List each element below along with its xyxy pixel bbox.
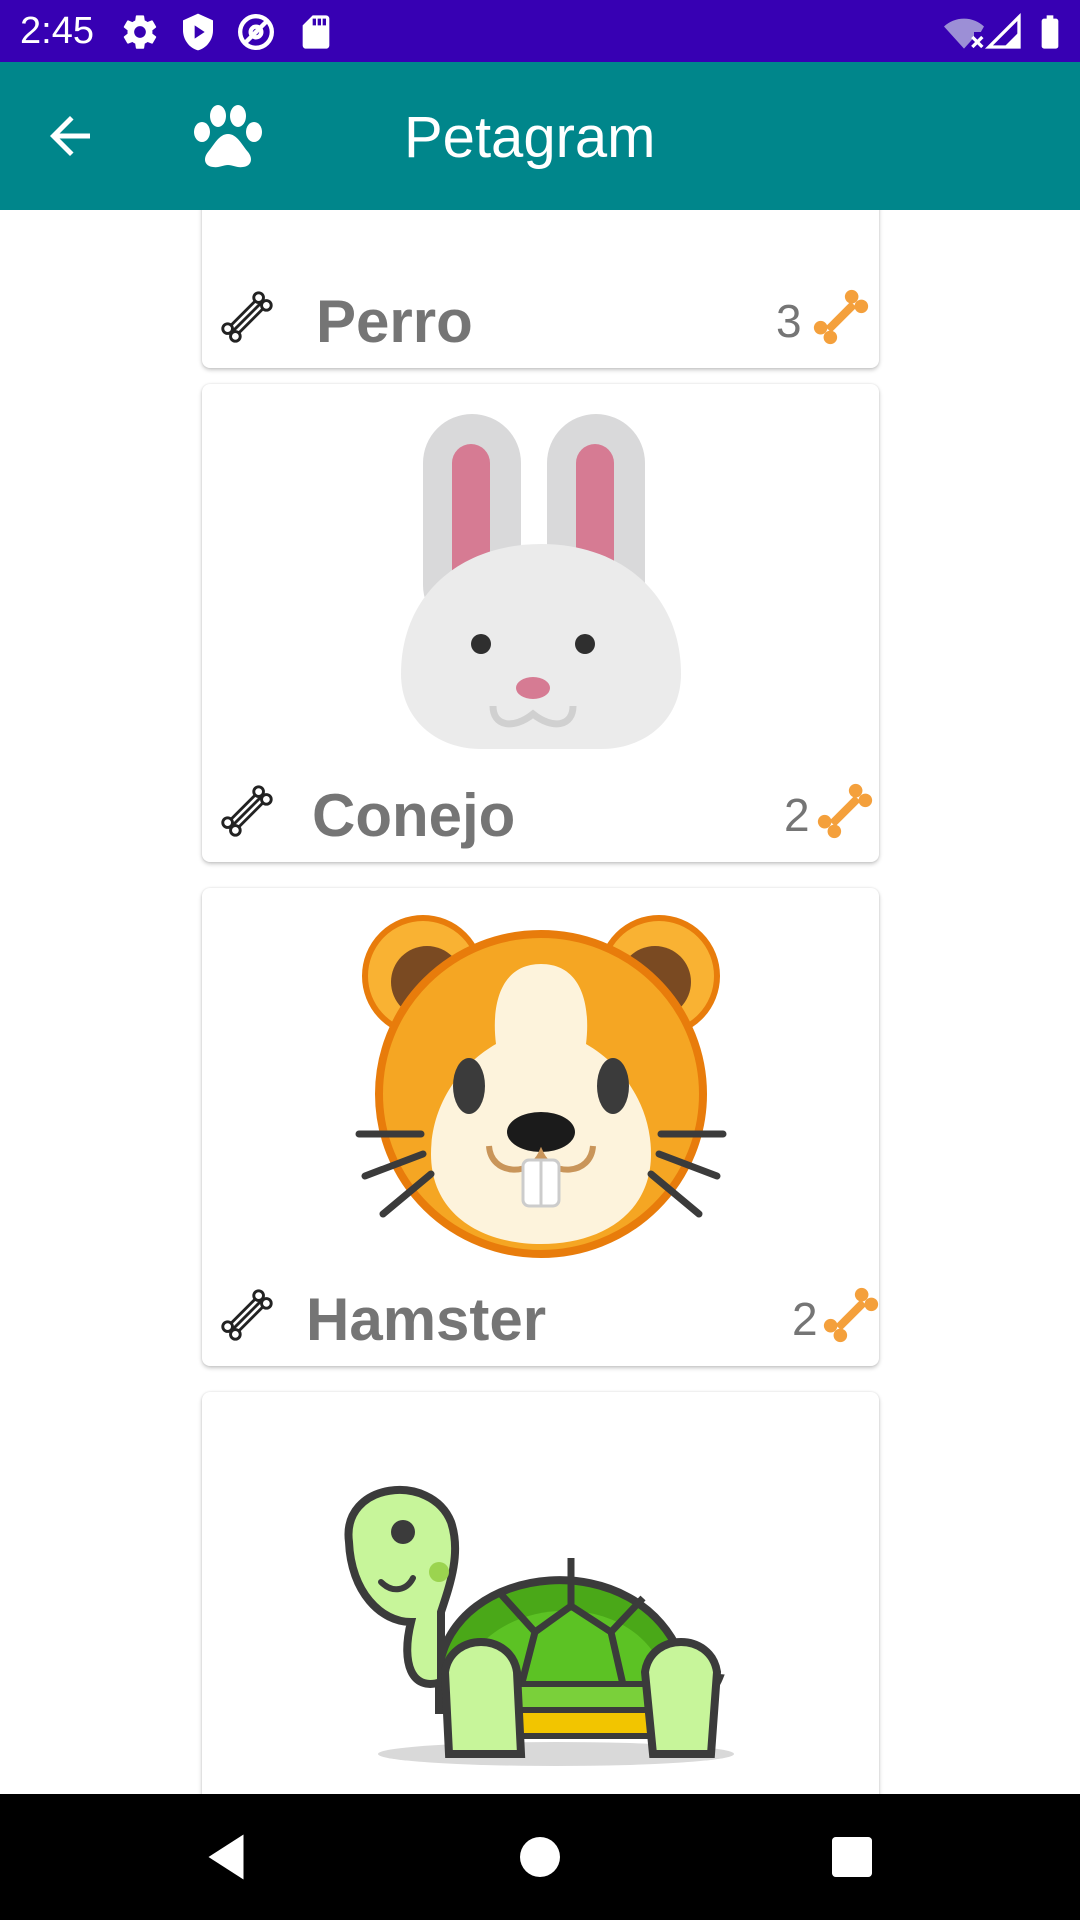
- bone-outline-icon[interactable]: [216, 286, 278, 348]
- back-nav-icon[interactable]: [196, 1827, 256, 1887]
- like-count: 2: [784, 789, 810, 841]
- rabbit-icon: [400, 414, 681, 749]
- bone-filled-icon: [823, 1287, 879, 1343]
- back-arrow-icon[interactable]: [40, 106, 100, 166]
- pet-card[interactable]: Hamster 2: [202, 888, 879, 1366]
- pet-list[interactable]: Perro 3 Conejo 2 Hamster 2: [0, 210, 1080, 1794]
- card-footer: Conejo 2: [202, 770, 879, 862]
- turtle-icon: [344, 1486, 734, 1766]
- status-time: 2:45: [20, 10, 94, 52]
- pet-image: [202, 384, 879, 770]
- signal-icon: [984, 12, 1021, 49]
- like-count: 2: [792, 1293, 818, 1345]
- status-bar: 2:45: [0, 0, 1080, 62]
- card-footer: Perro 3: [202, 276, 879, 368]
- like-count: 3: [776, 295, 802, 347]
- app-title: Petagram: [404, 105, 656, 170]
- paw-icon[interactable]: [190, 102, 266, 172]
- hamster-icon: [355, 915, 726, 1258]
- pet-card[interactable]: Perro 3: [202, 210, 879, 368]
- settings-icon: [123, 15, 157, 49]
- pet-image: [202, 1392, 879, 1778]
- sd-card-icon: [302, 15, 330, 49]
- bone-filled-icon: [817, 783, 873, 839]
- card-footer: Hamster 2: [202, 1274, 879, 1366]
- recents-nav-icon[interactable]: [822, 1827, 882, 1887]
- home-nav-icon[interactable]: [510, 1827, 570, 1887]
- pet-card[interactable]: [202, 1392, 879, 1794]
- pet-name: Conejo: [312, 782, 516, 849]
- bone-filled-icon: [813, 289, 869, 345]
- nav-bar: [0, 1794, 1080, 1920]
- bone-outline-icon[interactable]: [216, 780, 278, 842]
- pet-name: Perro: [316, 288, 473, 355]
- battery-icon: [1041, 15, 1059, 49]
- pet-name: Hamster: [306, 1286, 547, 1353]
- play-protect-icon: [183, 13, 213, 51]
- dog-icon: [202, 210, 879, 276]
- pet-card[interactable]: Conejo 2: [202, 384, 879, 862]
- pet-image: [202, 888, 879, 1274]
- app-bar: Petagram: [0, 62, 1080, 210]
- wifi-off-icon: [944, 18, 984, 49]
- bone-outline-icon[interactable]: [216, 1284, 278, 1346]
- at-sign-icon: [238, 14, 274, 50]
